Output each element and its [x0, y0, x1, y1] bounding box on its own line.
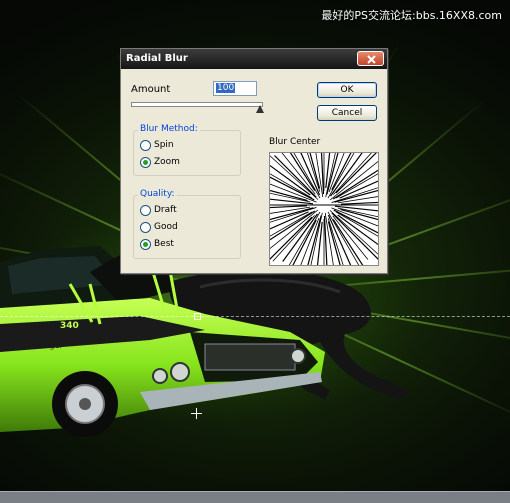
cancel-button[interactable]: Cancel: [317, 105, 377, 121]
watermark-text: 最好的PS交流论坛:bbs.16XX8.com: [321, 9, 502, 22]
radio-spin-label[interactable]: Spin: [154, 140, 174, 150]
radio-draft-button[interactable]: [140, 205, 151, 216]
radio-good-button[interactable]: [140, 222, 151, 233]
dialog-titlebar[interactable]: Radial Blur: [121, 49, 387, 69]
close-button[interactable]: [357, 51, 384, 66]
radio-best-button[interactable]: [140, 239, 151, 250]
radio-good-label[interactable]: Good: [154, 222, 178, 232]
blur-method-label: Blur Method:: [138, 124, 200, 134]
car-hood-text: 340: [60, 321, 79, 331]
quality-group: Quality: Draft Good Best: [133, 189, 241, 259]
zoom-line: [270, 205, 308, 209]
blur-center-lines: [270, 153, 378, 265]
amount-label: Amount: [131, 84, 171, 95]
radio-zoom-button[interactable]: [140, 157, 151, 168]
amount-value: 100: [216, 83, 236, 93]
zoom-line: [300, 217, 320, 265]
radio-zoom-label[interactable]: Zoom: [154, 157, 180, 167]
dialog-title: Radial Blur: [126, 53, 188, 64]
car-side-text: Challenger: [20, 341, 64, 350]
radial-blur-dialog: Radial Blur Amount 100 OK Cancel Blur Me…: [120, 48, 388, 274]
radio-draft-label[interactable]: Draft: [154, 205, 177, 215]
zoom-line: [327, 221, 341, 265]
ok-button[interactable]: OK: [317, 82, 377, 98]
blur-method-group: Blur Method: Spin Zoom: [133, 124, 241, 176]
amount-input[interactable]: 100: [213, 81, 257, 96]
crosshair-cursor-icon: [191, 408, 202, 419]
quality-label: Quality:: [138, 189, 177, 199]
blur-center-handle[interactable]: [194, 313, 201, 320]
zoom-line: [323, 215, 328, 265]
radio-spin-button[interactable]: [140, 140, 151, 151]
photoshop-canvas[interactable]: 最好的PS交流论坛:bbs.16XX8.com 340 Challenger R…: [0, 0, 510, 503]
zoom-line: [270, 211, 309, 230]
blur-center-label: Blur Center: [269, 137, 321, 147]
close-icon: [367, 55, 376, 64]
selection-marquee: [0, 316, 510, 317]
status-bar: [0, 491, 510, 503]
amount-slider-thumb[interactable]: [256, 105, 264, 113]
radio-best-label[interactable]: Best: [154, 239, 174, 249]
amount-slider[interactable]: [131, 102, 263, 107]
blur-center-preview[interactable]: [269, 152, 379, 266]
